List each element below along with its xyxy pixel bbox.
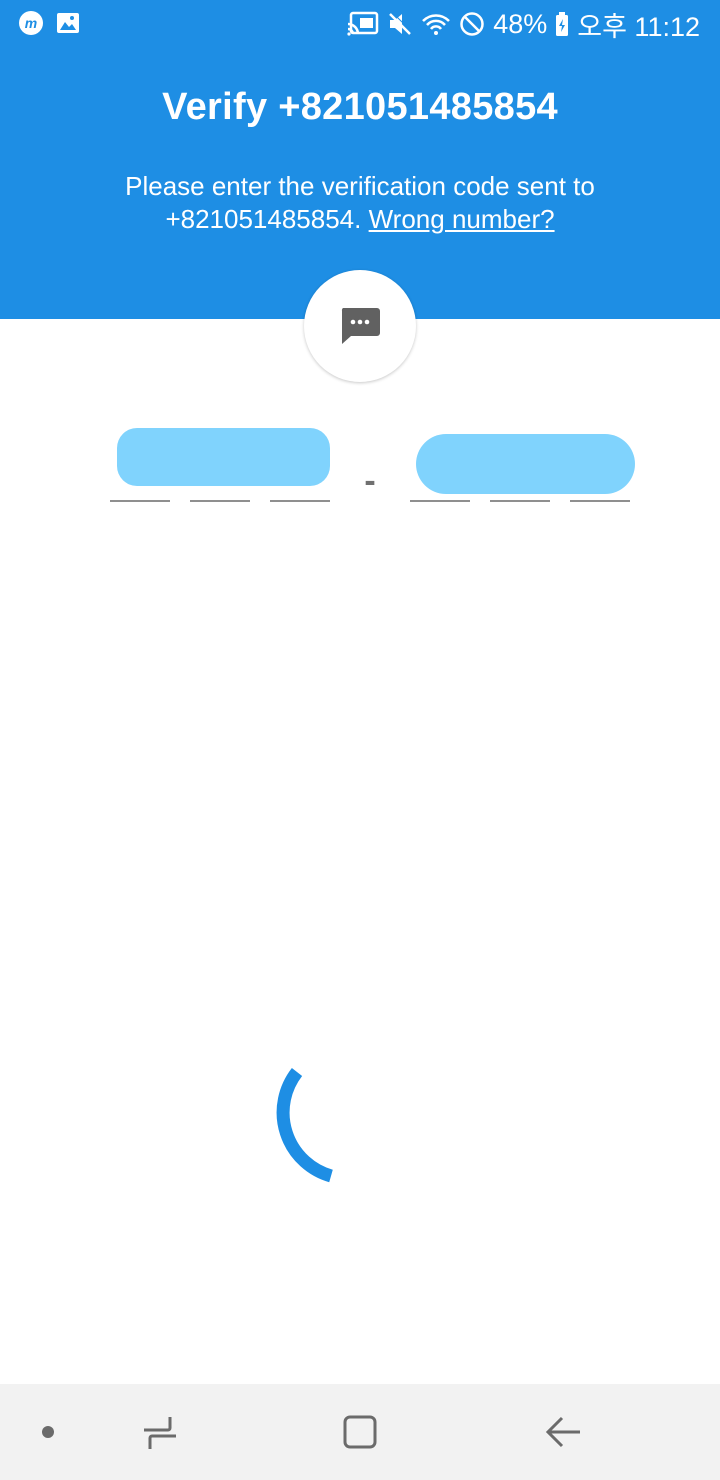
back-icon — [545, 1416, 580, 1448]
code-separator: - — [364, 462, 376, 500]
dot-icon — [42, 1426, 54, 1438]
back-button[interactable] — [524, 1384, 604, 1480]
home-icon — [343, 1415, 377, 1449]
cast-icon — [347, 11, 379, 37]
battery-icon — [555, 11, 569, 37]
status-left: m — [18, 10, 80, 41]
status-time: 오후 11:12 — [577, 11, 700, 42]
status-right: 48% 오후 11:12 — [347, 6, 700, 42]
recent-apps-icon — [144, 1417, 176, 1449]
recent-apps-button[interactable] — [120, 1384, 200, 1480]
mute-icon — [387, 11, 413, 37]
page-title: Verify +821051485854 — [162, 86, 558, 128]
gallery-icon — [56, 11, 80, 40]
navigation-bar — [0, 1384, 720, 1480]
blocked-icon — [459, 11, 485, 37]
status-bar: m 48% 오후 11:12 — [0, 0, 720, 48]
loading-spinner-icon — [276, 1068, 333, 1183]
verification-code-input: - — [0, 420, 720, 520]
nav-dot-button[interactable] — [20, 1384, 76, 1480]
wifi-icon — [421, 11, 451, 37]
redaction-mark-right — [416, 434, 635, 494]
instruction-text: Please enter the verification code sent … — [60, 170, 660, 236]
home-button[interactable] — [320, 1384, 400, 1480]
sms-icon — [341, 308, 380, 344]
battery-percent: 48% — [493, 8, 548, 39]
redaction-mark-left — [117, 428, 330, 486]
wrong-number-link[interactable]: Wrong number? — [369, 204, 555, 234]
svg-text:m: m — [25, 15, 37, 31]
sms-icon-badge — [304, 270, 416, 382]
messenger-icon: m — [18, 10, 44, 41]
